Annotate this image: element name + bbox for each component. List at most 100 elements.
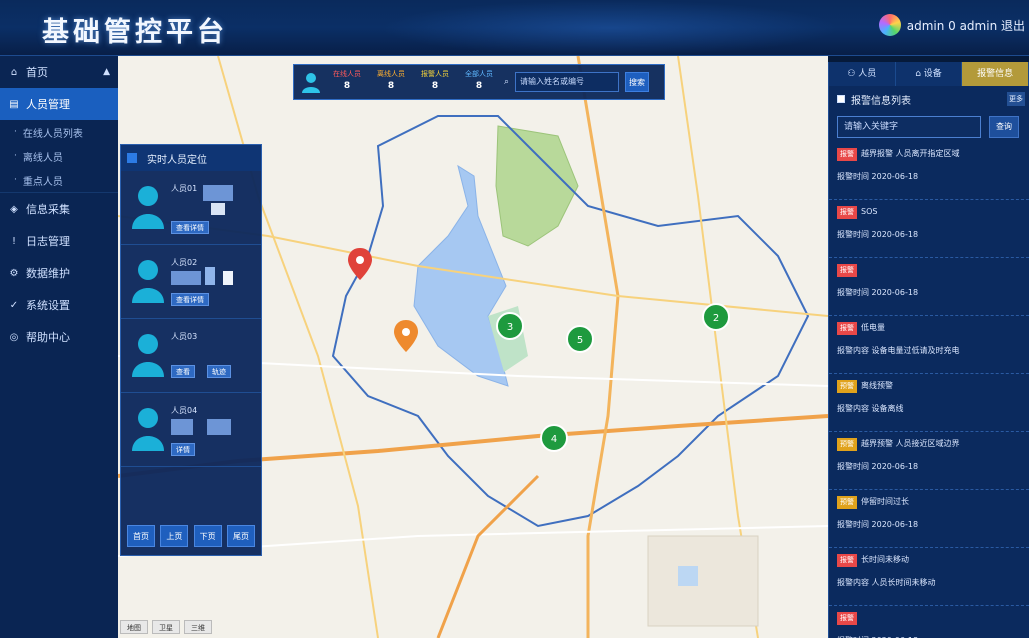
alert-list: 报警 越界报警 人员离开指定区域 报警时间 2020-06-18 报警 SOS 报警时间 … <box>829 142 1029 638</box>
personnel-panel: 实时人员定位 人员01 查看详情 人员02 查看详情 人员03 查看 轨迹 人员… <box>120 144 262 556</box>
map-search-button[interactable]: 搜索 <box>625 72 650 92</box>
map-cluster-marker[interactable]: 4 <box>540 424 568 452</box>
alert-title: 低电量 <box>861 323 885 332</box>
person-card[interactable]: 人员04 详情 <box>121 393 261 467</box>
alert-search-button[interactable]: 查询 <box>989 116 1019 138</box>
prev-page-button[interactable]: 上页 <box>160 525 189 547</box>
alert-search-input[interactable]: 请输入关键字 <box>837 116 981 138</box>
nav-item-help[interactable]: ◎ 帮助中心 <box>0 321 118 353</box>
panel-title: 实时人员定位 <box>147 154 207 166</box>
nav-item-home[interactable]: ⌂ 首页 ▲ <box>0 56 118 88</box>
user-avatar-icon[interactable] <box>878 14 901 36</box>
alert-line-primary: 报警 越界报警 人员离开指定区域 <box>837 148 1021 161</box>
stat-value: 8 <box>475 81 483 91</box>
map-cluster-marker[interactable]: 5 <box>566 325 594 353</box>
user-area[interactable]: admin 0 admin 退出 <box>878 14 1025 36</box>
panel-square-icon <box>127 153 137 163</box>
stat-value: 8 <box>431 81 439 91</box>
person-track-tag[interactable]: 轨迹 <box>207 365 231 378</box>
alert-detail: 报警时间 2020-06-18 <box>837 462 919 471</box>
nav-item-data[interactable]: ⚙ 数据维护 <box>0 257 118 289</box>
blurred-info <box>207 419 231 435</box>
alert-item[interactable]: 报警 低电量 报警内容 设备电量过低请及时充电 <box>829 316 1029 374</box>
alert-title: 越界报警 人员离开指定区域 <box>861 149 960 158</box>
map-cluster-marker[interactable]: 3 <box>496 312 524 340</box>
nav-item-info[interactable]: ◈ 信息采集 <box>0 193 118 225</box>
svg-text:5: 5 <box>577 335 583 346</box>
nav-item-settings[interactable]: ✓ 系统设置 <box>0 289 118 321</box>
tab-personnel[interactable]: ⚇ 人员 <box>829 62 896 86</box>
map-cluster-marker[interactable]: 2 <box>702 303 730 331</box>
person-detail-tag[interactable]: 详情 <box>171 443 195 456</box>
map-type-button[interactable]: 地图 <box>120 620 148 634</box>
3d-type-button[interactable]: 三维 <box>184 620 212 634</box>
alert-item[interactable]: 报警 长时间未移动 报警内容 人员长时间未移动 <box>829 548 1029 606</box>
map-pin-red[interactable] <box>348 248 372 280</box>
more-button[interactable]: 更多 <box>1007 92 1025 106</box>
stat-online[interactable]: 在线人员 8 <box>328 68 366 96</box>
svg-text:3: 3 <box>507 322 513 333</box>
person-card[interactable]: 人员02 查看详情 <box>121 245 261 319</box>
alert-badge: 预警 <box>837 496 857 509</box>
nav-label: 帮助中心 <box>26 331 70 344</box>
alert-item[interactable]: 预警 越界预警 人员接近区域边界 报警时间 2020-06-18 <box>829 432 1029 490</box>
nav-label: 日志管理 <box>26 235 70 248</box>
nav-item-personnel[interactable]: ▤ 人员管理 <box>0 88 118 120</box>
alert-line-primary: 预警 停留时间过长 <box>837 496 1021 509</box>
blurred-info <box>205 267 215 285</box>
blurred-info <box>203 185 233 201</box>
svg-text:2: 2 <box>713 313 719 324</box>
alert-line-primary: 预警 离线预警 <box>837 380 1021 393</box>
select-all-checkbox[interactable] <box>837 95 845 103</box>
tab-alerts[interactable]: 报警信息 <box>962 62 1029 86</box>
person-detail-tag[interactable]: 查看详情 <box>171 221 209 234</box>
stat-alarm[interactable]: 报警人员 8 <box>416 68 454 96</box>
user-text[interactable]: admin 0 admin 退出 <box>907 17 1025 34</box>
device-icon: ⌂ <box>915 69 924 79</box>
alert-title: 越界预警 人员接近区域边界 <box>861 439 960 448</box>
nav-item-log[interactable]: ! 日志管理 <box>0 225 118 257</box>
stat-toolbar: 在线人员 8 离线人员 8 报警人员 8 全部人员 8 ⌕ 请输入姓名或编号 搜… <box>293 64 665 100</box>
bullet-icon: · <box>14 175 17 185</box>
map-pin-orange[interactable] <box>394 320 418 352</box>
sub-item-offline[interactable]: · 离线人员 <box>0 144 118 168</box>
alert-badge: 报警 <box>837 148 857 161</box>
satellite-type-button[interactable]: 卫星 <box>152 620 180 634</box>
map-type-switcher: 地图 卫星 三维 <box>120 620 212 634</box>
blurred-info <box>171 419 193 435</box>
lake-area <box>413 164 509 387</box>
person-detail-tag[interactable]: 查看详情 <box>171 293 209 306</box>
sub-item-key[interactable]: · 重点人员 <box>0 168 118 192</box>
nav-label: 数据维护 <box>26 267 70 280</box>
gear-icon: ⚙ <box>9 267 19 279</box>
stat-total[interactable]: 全部人员 8 <box>460 68 498 96</box>
person-view-tag[interactable]: 查看 <box>171 365 195 378</box>
sub-item-online[interactable]: · 在线人员列表 <box>0 120 118 144</box>
alert-badge: 报警 <box>837 322 857 335</box>
blurred-info <box>211 203 225 215</box>
left-sidebar: ⌂ 首页 ▲ ▤ 人员管理 · 在线人员列表 · 离线人员 · 重点人员 ◈ 信… <box>0 56 118 638</box>
person-card[interactable]: 人员03 查看 轨迹 <box>121 319 261 393</box>
person-avatar-icon <box>132 260 164 303</box>
alert-item[interactable]: 预警 离线预警 报警内容 设备离线 <box>829 374 1029 432</box>
stat-offline[interactable]: 离线人员 8 <box>372 68 410 96</box>
bullet-icon: · <box>14 127 17 137</box>
person-name: 人员03 <box>171 332 198 341</box>
blurred-info <box>223 271 233 285</box>
person-card[interactable]: 人员01 查看详情 <box>121 171 261 245</box>
alert-line-primary: 报警 长时间未移动 <box>837 554 1021 567</box>
person-avatar-icon <box>132 186 164 229</box>
alert-item[interactable]: 报警 越界报警 人员离开指定区域 报警时间 2020-06-18 <box>829 142 1029 200</box>
alert-item[interactable]: 报警 SOS 报警时间 2020-06-18 <box>829 200 1029 258</box>
alert-title: SOS <box>861 207 878 216</box>
next-page-button[interactable]: 下页 <box>193 525 222 547</box>
last-page-button[interactable]: 尾页 <box>226 525 255 547</box>
alert-item[interactable]: 预警 停留时间过长 报警时间 2020-06-18 <box>829 490 1029 548</box>
map-search-input[interactable]: 请输入姓名或编号 <box>515 72 620 92</box>
alert-item[interactable]: 报警报警时间 2020-06-18 <box>829 606 1029 638</box>
alert-item[interactable]: 报警报警时间 2020-06-18 <box>829 258 1029 316</box>
nav-label: 首页 <box>26 66 48 79</box>
first-page-button[interactable]: 首页 <box>127 525 155 547</box>
city-pond <box>678 566 698 586</box>
tab-device[interactable]: ⌂ 设备 <box>895 62 963 86</box>
